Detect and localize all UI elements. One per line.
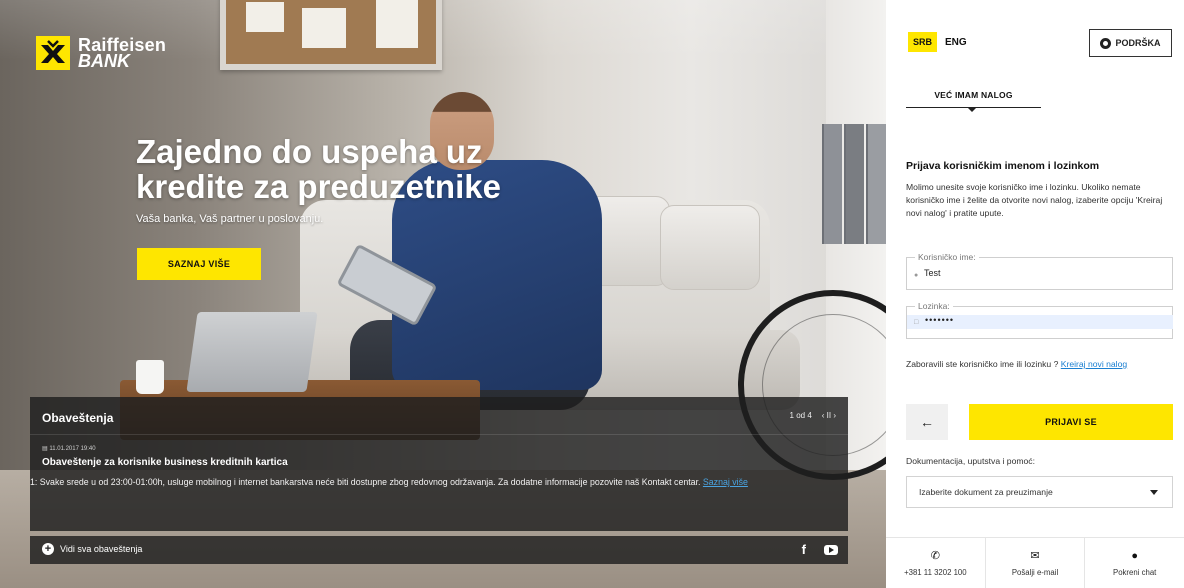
notification-date-text: 11.01.2017 19:40: [49, 446, 96, 452]
laptop-image: [186, 312, 318, 392]
notifications-panel: Obaveštenja 1 od 4 ‹ II › ▤ 11.01.2017 1…: [30, 397, 848, 531]
lang-srb-button[interactable]: SRB: [908, 32, 938, 52]
raiffeisen-logo-icon: [36, 36, 70, 70]
notification-body: 1: Svake srede u od 23:00-01:00h, usluge…: [30, 477, 848, 487]
notification-body-text: 1: Svake srede u od 23:00-01:00h, usluge…: [30, 477, 701, 487]
pager-controls[interactable]: ‹ II ›: [822, 411, 836, 420]
brand-logo[interactable]: Raiffeisen BANK: [36, 36, 166, 70]
see-all-label: Vidi sva obaveštenja: [60, 544, 143, 554]
create-account-link[interactable]: Kreiraj novi nalog: [1061, 359, 1127, 369]
forgot-credentials: Zaboravili ste korisničko ime ili lozink…: [906, 359, 1127, 369]
username-label: Korisničko ime:: [915, 252, 979, 262]
password-label: Lozinka:: [915, 301, 953, 311]
brand-line2: BANK: [78, 51, 130, 71]
tab-existing-account[interactable]: VEĆ IMAM NALOG: [906, 86, 1041, 112]
support-button[interactable]: PODRŠKA: [1089, 29, 1172, 57]
forgot-text: Zaboravili ste korisničko ime ili lozink…: [906, 359, 1059, 369]
notification-learn-more-link[interactable]: Saznaj više: [703, 477, 748, 487]
learn-more-button[interactable]: SAZNAJ VIŠE: [137, 248, 261, 280]
youtube-icon[interactable]: [824, 544, 838, 555]
language-switcher: SRB ENG: [908, 32, 967, 52]
login-button[interactable]: PRIJAVI SE: [969, 404, 1173, 440]
support-label: PODRŠKA: [1115, 38, 1161, 48]
pager-count: 1 od 4: [789, 411, 812, 420]
chevron-down-icon: [1150, 490, 1158, 495]
chat-label: Pokreni chat: [1113, 567, 1157, 577]
password-value: •••••••: [907, 315, 1173, 329]
chat-icon: ●: [1131, 549, 1138, 562]
facebook-icon[interactable]: f: [802, 542, 806, 557]
hero-subline: Vaša banka, Vaš partner u poslovanju.: [136, 213, 324, 225]
login-title: Prijava korisničkim imenom i lozinkom: [906, 160, 1100, 172]
notifications-pager: 1 od 4 ‹ II ›: [790, 411, 836, 420]
contact-chat[interactable]: ● Pokreni chat: [1085, 538, 1184, 588]
login-description: Molimo unesite svoje korisničko ime i lo…: [906, 182, 1163, 218]
username-field[interactable]: Korisničko ime: ● Test: [906, 252, 1173, 290]
documents-select[interactable]: Izaberite dokument za preuzimanje: [906, 476, 1173, 508]
mail-icon: ✉: [1030, 549, 1040, 562]
lang-eng-button[interactable]: ENG: [945, 37, 967, 48]
user-icon: ●: [914, 272, 919, 279]
contact-bar: ✆ +381 11 3202 100 ✉ Pošalji e-mail ● Po…: [886, 537, 1184, 588]
hero-headline: Zajedno do uspeha uz kredite za preduzet…: [136, 133, 501, 205]
social-links: f: [802, 542, 838, 557]
lock-icon: □: [914, 319, 919, 326]
notification-subject: Obaveštenje za korisnike business kredit…: [42, 457, 288, 468]
documents-select-value: Izaberite dokument za preuzimanje: [919, 487, 1053, 497]
contact-phone[interactable]: ✆ +381 11 3202 100: [886, 538, 986, 588]
notifications-header: Obaveštenja 1 od 4 ‹ II ›: [30, 397, 848, 435]
plus-icon: +: [42, 543, 54, 555]
lifebuoy-icon: [1100, 37, 1112, 49]
phone-icon: ✆: [930, 549, 940, 562]
documents-label: Dokumentacija, uputstva i pomoć:: [906, 456, 1035, 466]
notifications-title: Obaveštenja: [42, 411, 114, 425]
username-value: Test: [924, 268, 941, 278]
phone-label: +381 11 3202 100: [904, 567, 967, 577]
back-button[interactable]: ←: [906, 404, 948, 440]
page: Raiffeisen BANK Zajedno do uspeha uz kre…: [0, 0, 1184, 588]
see-all-notifications-link[interactable]: + Vidi sva obaveštenja: [42, 543, 142, 555]
password-field[interactable]: Lozinka: ••••••• □: [906, 301, 1173, 339]
contact-email[interactable]: ✉ Pošalji e-mail: [986, 538, 1086, 588]
cork-board-image: [220, 0, 442, 70]
notification-date: ▤ 11.01.2017 19:40: [42, 446, 96, 452]
binders-image: [818, 124, 886, 244]
notifications-footer: + Vidi sva obaveštenja f: [30, 536, 848, 564]
mug-image: [136, 360, 164, 394]
email-label: Pošalji e-mail: [1011, 567, 1059, 577]
cushion-image: [660, 205, 760, 290]
brand-name: Raiffeisen BANK: [78, 36, 166, 71]
login-panel: SRB ENG PODRŠKA VEĆ IMAM NALOG Prijava k…: [886, 0, 1184, 588]
